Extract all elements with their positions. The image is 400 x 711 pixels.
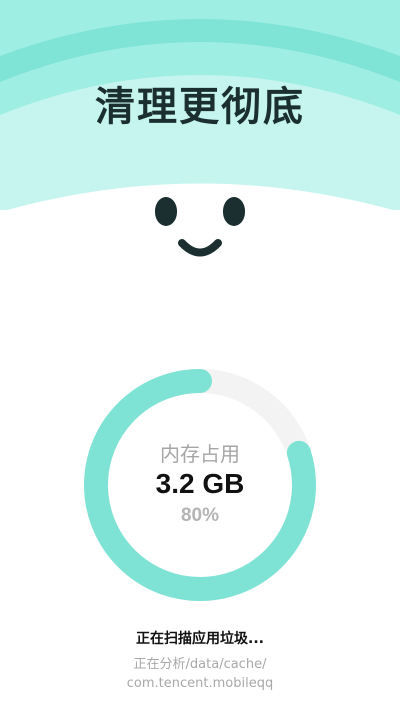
memory-gauge: 内存占用 3.2 GB 80% xyxy=(80,365,320,605)
left-eye xyxy=(155,197,177,226)
smiley-face-icon xyxy=(155,197,245,257)
scan-path: 正在分析/data/cache/ com.tencent.mobileqq xyxy=(0,655,400,693)
mouth xyxy=(178,239,222,257)
page-title: 清理更彻底 xyxy=(95,84,305,130)
memory-usage-value: 3.2 GB xyxy=(155,468,245,499)
right-eye xyxy=(223,197,245,226)
memory-usage-percent: 80% xyxy=(180,505,220,526)
scan-status: 正在扫描应用垃圾... xyxy=(136,631,264,647)
memory-usage-label: 内存占用 xyxy=(160,442,240,466)
scan-path-line-2: com.tencent.mobileqq xyxy=(126,676,274,691)
scan-path-line-1: 正在分析/data/cache/ xyxy=(133,657,267,672)
